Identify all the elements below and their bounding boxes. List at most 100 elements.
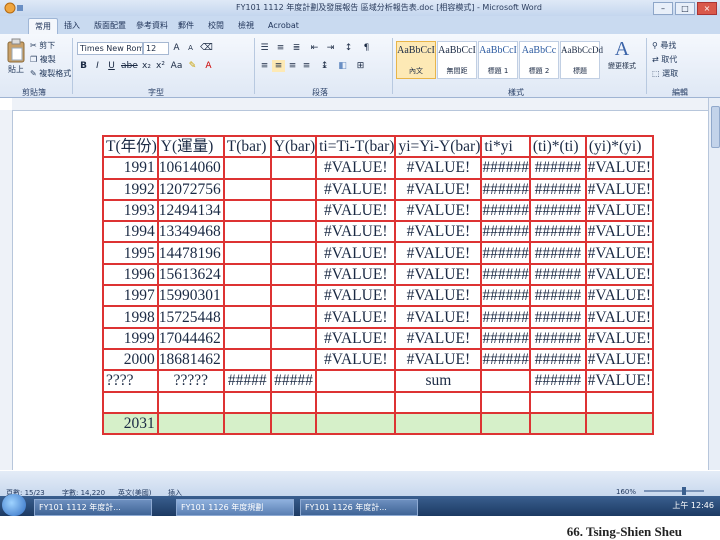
horizontal-ruler[interactable] (12, 98, 708, 111)
taskbar-item[interactable]: FY101 1126 年度規劃 (176, 499, 294, 516)
header-cell[interactable]: Y(bar) (269, 134, 318, 159)
table-cell[interactable]: 1997 (102, 284, 159, 308)
table-cell[interactable] (269, 284, 318, 308)
table-cell[interactable] (222, 262, 272, 287)
select-button[interactable]: ⬚ 選取 (652, 68, 678, 79)
table-cell[interactable]: #VALUE! (315, 241, 397, 265)
header-cell[interactable]: (ti)*(ti) (528, 134, 587, 159)
table-cell[interactable] (269, 390, 318, 414)
superscript-button[interactable]: x² (154, 60, 167, 72)
style-heading-1[interactable]: AaBbCcI 標題 1 (478, 41, 518, 79)
align-left-icon[interactable]: ≡ (258, 60, 271, 72)
table-cell[interactable] (394, 390, 483, 414)
multilevel-icon[interactable]: ≣ (290, 42, 303, 54)
table-cell[interactable]: #VALUE! (584, 198, 654, 223)
show-marks-icon[interactable]: ¶ (360, 42, 373, 54)
table-cell[interactable]: ###### (480, 326, 531, 350)
table-cell[interactable]: 10614060 (156, 156, 225, 180)
table-cell[interactable]: #VALUE! (584, 284, 654, 308)
table-cell[interactable] (269, 326, 318, 350)
taskbar-item[interactable]: FY101 1112 年度計... (34, 499, 152, 516)
table-cell[interactable]: ###### (528, 220, 587, 244)
tab-mailings[interactable]: 郵件 (172, 18, 200, 33)
table-cell[interactable]: 17044462 (156, 326, 225, 350)
table-cell[interactable] (315, 369, 397, 393)
table-cell[interactable] (156, 390, 225, 414)
table-cell[interactable]: ###### (528, 198, 587, 223)
header-cell[interactable]: ti*yi (480, 134, 531, 159)
table-cell[interactable]: #VALUE! (315, 326, 397, 350)
table-cell[interactable] (528, 390, 587, 414)
style-heading-2[interactable]: AaBbCc 標題 2 (519, 41, 559, 79)
table-cell[interactable]: 1996 (102, 262, 159, 287)
table-cell[interactable]: 1994 (102, 220, 159, 244)
table-cell[interactable]: 1991 (102, 156, 159, 180)
style-normal[interactable]: AaBbCcI 內文 (396, 41, 436, 79)
table-cell[interactable] (269, 262, 318, 287)
table-cell[interactable]: ###### (528, 284, 587, 308)
table-cell[interactable]: #VALUE! (315, 305, 397, 329)
table-cell[interactable] (222, 284, 272, 308)
italic-button[interactable]: I (91, 60, 104, 72)
table-cell[interactable]: ###### (528, 347, 587, 372)
table-cell[interactable]: #VALUE! (315, 347, 397, 372)
table-cell[interactable]: ###### (480, 262, 531, 287)
change-styles-button[interactable]: A 變更樣式 (602, 38, 642, 71)
table-cell[interactable] (480, 390, 531, 414)
highlight-icon[interactable]: ✎ (186, 60, 199, 72)
tab-acrobat[interactable]: Acrobat (262, 18, 305, 33)
table-cell[interactable]: ###### (480, 347, 531, 372)
table-cell[interactable]: #VALUE! (584, 347, 654, 372)
replace-button[interactable]: ⇄ 取代 (652, 54, 677, 65)
header-cell[interactable]: T(年份) (102, 134, 159, 159)
table-cell[interactable]: ###### (528, 177, 587, 201)
tab-page-layout[interactable]: 版面配置 (88, 18, 132, 33)
table-cell[interactable]: 1998 (102, 305, 159, 329)
table-cell[interactable]: ????? (156, 369, 225, 393)
table-cell[interactable]: ###### (528, 156, 587, 180)
header-cell[interactable]: Y(運量) (156, 134, 225, 159)
table-cell[interactable]: #VALUE! (584, 326, 654, 350)
subscript-button[interactable]: x₂ (140, 60, 153, 72)
table-cell[interactable]: ???? (102, 369, 159, 393)
table-cell[interactable]: ###### (528, 305, 587, 329)
taskbar-item[interactable]: FY101 1126 年度計... (300, 499, 418, 516)
table-cell[interactable] (222, 390, 272, 414)
table-cell[interactable]: 2031 (102, 411, 159, 436)
vertical-scrollbar[interactable] (708, 98, 720, 470)
table-cell[interactable] (102, 390, 159, 414)
table-cell[interactable]: #VALUE! (584, 220, 654, 244)
format-painter-button[interactable]: ✎ 複製格式 (30, 68, 71, 79)
tab-view[interactable]: 檢視 (232, 18, 260, 33)
table-cell[interactable]: #VALUE! (394, 326, 483, 350)
underline-button[interactable]: U (105, 60, 118, 72)
copy-button[interactable]: ❐ 複製 (30, 54, 56, 65)
table-cell[interactable]: #VALUE! (394, 284, 483, 308)
align-right-icon[interactable]: ≡ (286, 60, 299, 72)
table-cell[interactable]: #VALUE! (394, 305, 483, 329)
table-cell[interactable]: #VALUE! (394, 198, 483, 223)
table-cell[interactable] (269, 347, 318, 372)
align-center-icon[interactable]: ≡ (272, 60, 285, 72)
zoom-level[interactable]: 160% (616, 488, 636, 496)
table-cell[interactable]: 18681462 (156, 347, 225, 372)
table-cell[interactable] (269, 156, 318, 180)
bullets-icon[interactable]: ☰ (258, 42, 271, 54)
table-cell[interactable]: #VALUE! (315, 284, 397, 308)
table-cell[interactable]: #VALUE! (315, 156, 397, 180)
table-cell[interactable]: ###### (528, 262, 587, 287)
strikethrough-button[interactable]: abe (121, 60, 138, 72)
table-cell[interactable]: ###### (528, 369, 587, 393)
table-cell[interactable]: ###### (480, 241, 531, 265)
table-cell[interactable]: ###### (480, 284, 531, 308)
scrollbar-thumb[interactable] (711, 106, 720, 148)
table-cell[interactable] (222, 241, 272, 265)
close-button[interactable]: × (697, 2, 717, 15)
font-name-combo[interactable]: Times New Roman (77, 42, 143, 55)
table-cell[interactable]: ##### (269, 369, 318, 393)
zoom-slider[interactable] (644, 487, 704, 495)
bold-button[interactable]: B (77, 60, 90, 72)
table-cell[interactable] (269, 198, 318, 223)
style-title[interactable]: AaBbCcDd 標題 (560, 41, 603, 79)
table-cell[interactable]: #VALUE! (584, 241, 654, 265)
